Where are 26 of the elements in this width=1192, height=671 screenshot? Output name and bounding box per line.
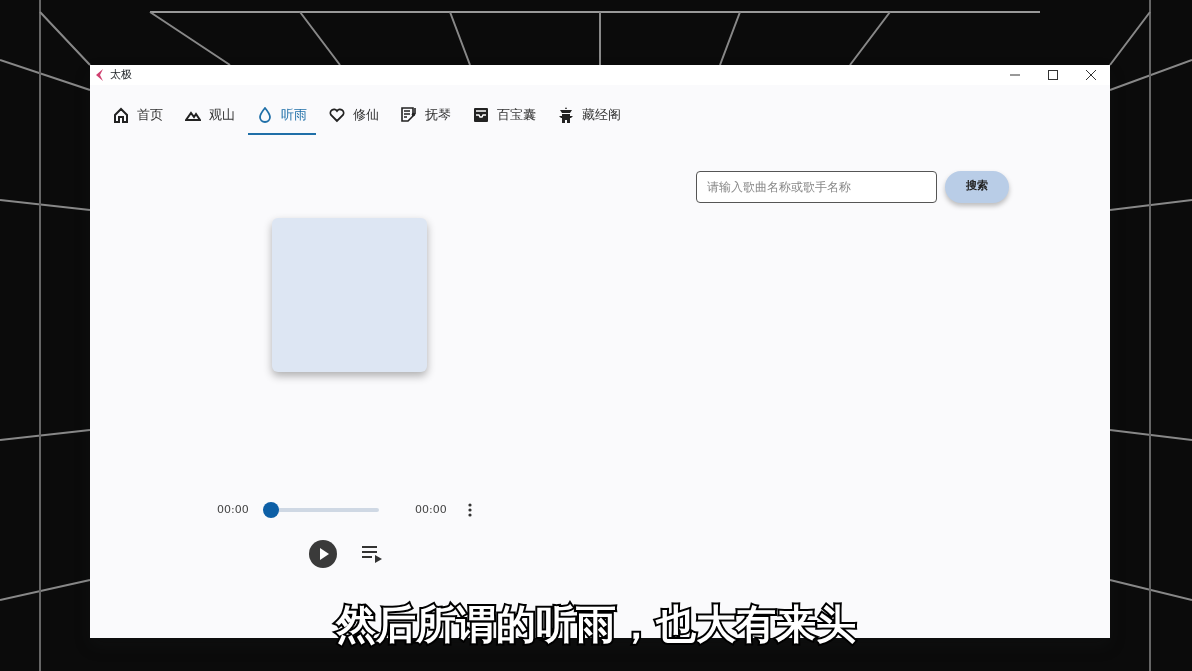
nav-tab[interactable]: 百宝囊 xyxy=(464,99,545,135)
music-list-icon xyxy=(401,106,417,123)
nav-tab[interactable]: 观山 xyxy=(176,99,244,135)
home-icon xyxy=(113,106,129,123)
inbox-icon xyxy=(473,106,489,123)
nav-tab[interactable]: 听雨 xyxy=(248,99,316,135)
search-field[interactable]: 请输入歌曲名称或歌手名称 xyxy=(696,170,937,203)
elapsed-time: 00:00 xyxy=(217,501,250,518)
app-logo-icon xyxy=(95,69,105,81)
more-icon[interactable] xyxy=(467,502,472,517)
window-title: 太极 xyxy=(110,66,132,83)
maximize-icon[interactable] xyxy=(1048,70,1058,80)
slider-thumb[interactable] xyxy=(263,501,279,518)
nav-tab[interactable]: 首页 xyxy=(104,99,172,135)
search-button[interactable]: 搜索 xyxy=(945,170,1009,203)
close-icon[interactable] xyxy=(1086,70,1096,80)
nav-tab[interactable]: 抚琴 xyxy=(392,99,460,135)
pagoda-icon xyxy=(558,106,574,123)
play-icon[interactable] xyxy=(309,540,337,568)
heart-icon xyxy=(329,106,345,123)
nav-tab[interactable]: 藏经阁 xyxy=(549,99,630,135)
duration-time: 00:00 xyxy=(415,501,447,518)
playlist-icon[interactable] xyxy=(362,545,382,563)
subtitle-caption: 然后所谓的听雨，也大有来头 xyxy=(0,594,1192,654)
drop-icon xyxy=(257,106,273,123)
nav-tab[interactable]: 修仙 xyxy=(320,99,388,135)
